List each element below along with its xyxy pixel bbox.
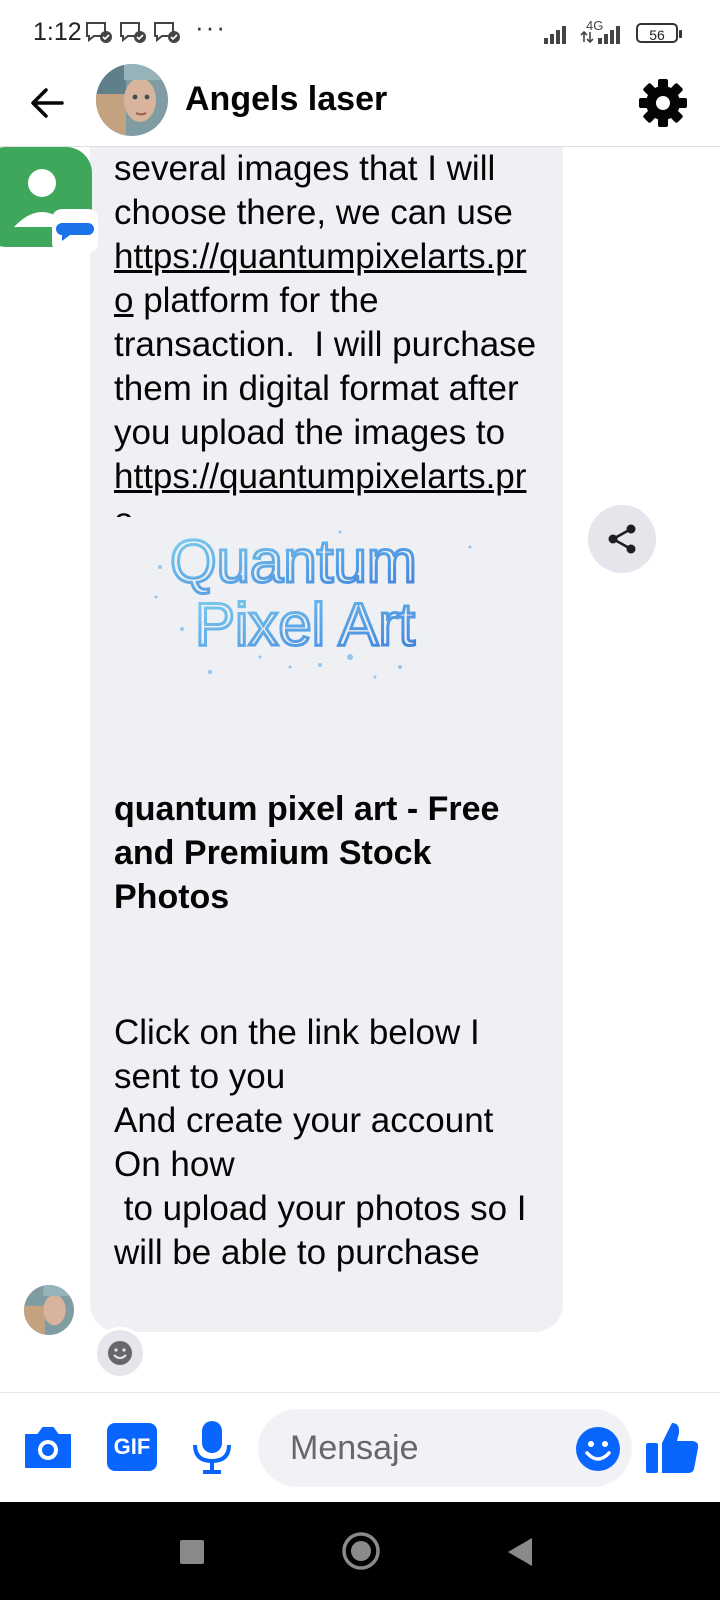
preview-logo-line2: Pixel Art — [195, 591, 415, 658]
preview-logo-line1: Quantum — [170, 528, 417, 595]
signal-4g-icon — [580, 26, 620, 44]
message-text: several images that I will choose there,… — [114, 147, 544, 543]
system-navigation-bar — [0, 1502, 720, 1600]
recents-square-icon[interactable] — [178, 1538, 206, 1566]
contact-name[interactable]: Angels laser — [185, 80, 387, 119]
share-button[interactable] — [588, 505, 656, 573]
battery-indicator: 56 — [636, 23, 682, 43]
message-composer: GIF — [0, 1392, 720, 1503]
message-bubble-text[interactable]: Click on the link below I sent to you An… — [90, 995, 563, 1332]
messenger-notification-icon — [86, 22, 112, 43]
microphone-icon[interactable] — [190, 1419, 234, 1475]
messenger-notification-icon — [120, 22, 146, 43]
status-bar: 1:12 ··· 4G 56 — [0, 0, 720, 60]
status-overflow-dots: ··· — [195, 12, 227, 42]
messages-app-chathead[interactable] — [0, 147, 104, 257]
emoji-reaction-icon — [108, 1341, 132, 1365]
messenger-notification-icon — [154, 22, 180, 43]
thumbs-up-icon[interactable] — [644, 1417, 700, 1477]
home-circle-icon[interactable] — [340, 1530, 382, 1572]
back-triangle-icon[interactable] — [506, 1536, 536, 1568]
sender-avatar[interactable] — [24, 1285, 74, 1335]
signal-icon — [544, 26, 566, 44]
contact-avatar[interactable] — [96, 64, 168, 136]
link-preview-image[interactable]: Quantum Pixel Art — [90, 517, 563, 767]
message-list[interactable]: several images that I will choose there,… — [0, 147, 720, 1392]
link-preview-title[interactable]: quantum pixel art - Free and Premium Sto… — [114, 787, 534, 919]
emoji-icon[interactable] — [574, 1425, 622, 1473]
share-icon — [608, 524, 636, 554]
message-text-part: platform for the transaction. I will pur… — [114, 281, 546, 452]
status-time: 1:12 — [33, 18, 82, 46]
message-text: Click on the link below I sent to you An… — [114, 1013, 527, 1272]
settings-gear-icon[interactable] — [638, 78, 688, 128]
gif-button[interactable]: GIF — [107, 1423, 157, 1471]
message-text-part: several images that I will choose there,… — [114, 149, 523, 232]
camera-icon[interactable] — [22, 1423, 74, 1471]
back-arrow-icon[interactable] — [24, 80, 70, 126]
conversation-header: Angels laser — [0, 60, 720, 147]
add-reaction-button[interactable] — [94, 1327, 146, 1379]
message-bubble-link[interactable]: several images that I will choose there,… — [90, 147, 563, 1137]
